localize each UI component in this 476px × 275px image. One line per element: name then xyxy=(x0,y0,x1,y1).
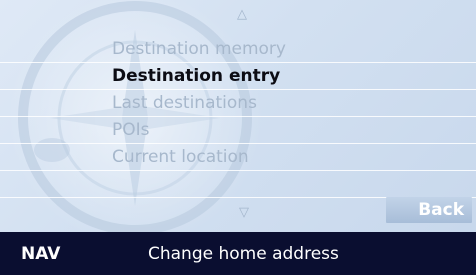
scroll-down-icon[interactable]: ▽ xyxy=(239,206,249,219)
menu-item-current-location[interactable]: Current location xyxy=(0,144,476,171)
scroll-up-icon[interactable]: △ xyxy=(237,8,247,21)
status-message: Change home address xyxy=(148,244,339,264)
menu-item-label: POIs xyxy=(112,120,150,140)
menu-item-label: Last destinations xyxy=(112,93,257,113)
menu-item-last-destinations[interactable]: Last destinations xyxy=(0,90,476,117)
status-bar: NAV Change home address xyxy=(0,232,476,275)
menu-list: Destination memory Destination entry Las… xyxy=(0,36,476,198)
menu-item-destination-entry[interactable]: Destination entry xyxy=(0,63,476,90)
menu-item-label: Destination entry xyxy=(112,66,281,86)
menu-item-label: Destination memory xyxy=(112,39,286,59)
menu-item-empty xyxy=(0,171,476,198)
mode-label: NAV xyxy=(21,244,61,264)
menu-item-pois[interactable]: POIs xyxy=(0,117,476,144)
back-button[interactable]: Back xyxy=(386,197,472,223)
menu-item-label: Current location xyxy=(112,147,249,167)
nav-screen: △ Destination memory Destination entry L… xyxy=(0,0,476,275)
menu-item-destination-memory[interactable]: Destination memory xyxy=(0,36,476,63)
menu-panel: △ Destination memory Destination entry L… xyxy=(0,0,476,232)
